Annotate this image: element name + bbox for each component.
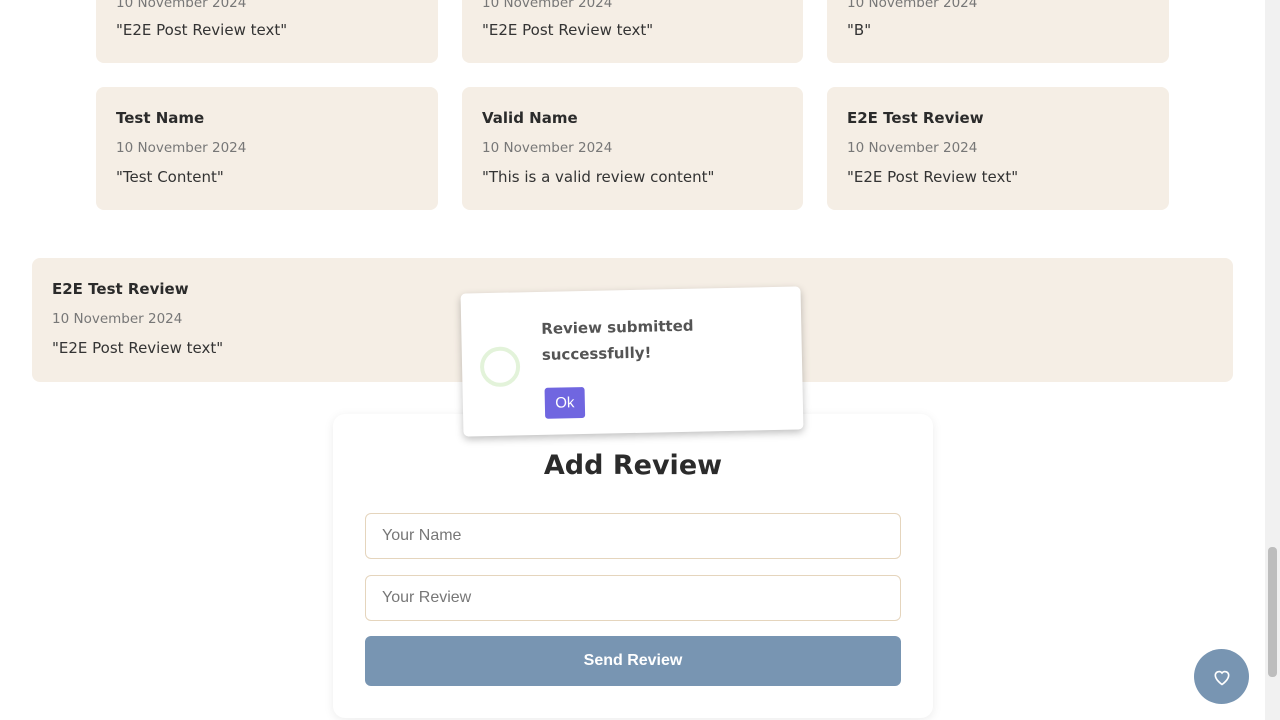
add-review-form: Add Review Send Review: [333, 414, 933, 718]
review-date: 10 November 2024: [116, 0, 247, 11]
review-card: 10 November 2024 "E2E Post Review text": [96, 0, 438, 63]
scrollbar-thumb[interactable]: [1268, 547, 1277, 677]
review-date: 10 November 2024: [482, 140, 613, 156]
form-title: Add Review: [543, 450, 723, 481]
review-date: 10 November 2024: [847, 0, 978, 11]
review-date: 10 November 2024: [52, 311, 183, 327]
review-text: "Test Content": [116, 168, 224, 186]
review-card: Valid Name 10 November 2024 "This is a v…: [462, 87, 803, 210]
review-card: 10 November 2024 "B": [827, 0, 1169, 63]
review-text: "E2E Post Review text": [482, 21, 654, 39]
name-input[interactable]: [365, 513, 901, 559]
review-text: "E2E Post Review text": [847, 168, 1019, 186]
scrollbar[interactable]: [1265, 0, 1280, 720]
review-text: "E2E Post Review text": [116, 21, 288, 39]
review-card: Test Name 10 November 2024 "Test Content…: [96, 87, 438, 210]
review-card: 10 November 2024 "E2E Post Review text": [462, 0, 803, 63]
review-name: E2E Test Review: [847, 109, 984, 127]
review-name: Test Name: [116, 109, 205, 127]
ok-button[interactable]: Ok: [544, 386, 586, 419]
success-ring-icon: [479, 346, 521, 388]
review-text: "E2E Post Review text": [52, 339, 224, 357]
review-card: E2E Test Review 10 November 2024 "E2E Po…: [827, 87, 1169, 210]
send-review-button[interactable]: Send Review: [365, 636, 901, 686]
heart-icon: [1213, 670, 1230, 686]
review-date: 10 November 2024: [482, 0, 613, 11]
review-input[interactable]: [365, 575, 901, 621]
dialog-message: Review submitted successfully!: [541, 316, 694, 364]
review-date: 10 November 2024: [116, 140, 247, 156]
review-text: "B": [847, 21, 872, 39]
favorite-button[interactable]: [1194, 649, 1249, 704]
success-dialog: Review submitted successfully! Ok: [460, 286, 804, 437]
review-text: "This is a valid review content": [482, 168, 715, 186]
review-name: Valid Name: [482, 109, 578, 127]
review-name: E2E Test Review: [52, 280, 189, 298]
review-date: 10 November 2024: [847, 140, 978, 156]
